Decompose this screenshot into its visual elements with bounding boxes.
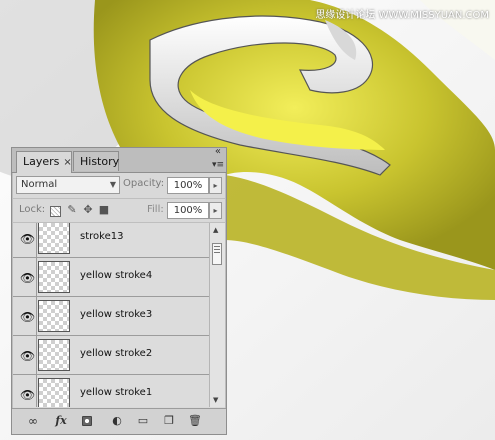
tab-layers-label: Layers (23, 155, 60, 168)
fx-icon[interactable]: fx (52, 414, 70, 428)
trash-icon[interactable]: 🗑 (188, 414, 202, 428)
visibility-toggle[interactable]: 👁 (17, 258, 37, 296)
layer-row[interactable]: 👁 stroke13 (13, 223, 209, 258)
layer-name: yellow stroke2 (80, 348, 153, 359)
opacity-field[interactable]: 100% (167, 177, 209, 194)
tab-layers[interactable]: Layers × (16, 151, 72, 173)
eye-icon: 👁 (20, 388, 36, 402)
lock-fill-row: Lock: ✎ ✥ ■ Fill: 100% ▸ (12, 199, 226, 223)
layer-row[interactable]: 👁 yellow stroke2 (13, 336, 209, 375)
eye-icon: 👁 (20, 232, 36, 246)
lock-transparency-icon[interactable] (50, 206, 61, 217)
layer-name: yellow stroke4 (80, 270, 153, 281)
layer-name: yellow stroke1 (80, 387, 153, 398)
watermark-text: 思缘设计论坛 WWW.MISSYUAN.COM (315, 10, 489, 21)
layer-row[interactable]: 👁 yellow stroke4 (13, 258, 209, 297)
fill-stepper-icon[interactable]: ▸ (209, 202, 222, 219)
layer-thumbnail (38, 223, 70, 254)
lock-all-padlock-icon[interactable]: ■ (98, 204, 110, 216)
close-tab-icon[interactable]: × (63, 157, 71, 168)
layers-panel: Layers × History « ▾≡ Normal ▼ Opacity: 1… (11, 146, 227, 435)
group-folder-icon[interactable]: ▭ (136, 414, 150, 428)
tab-history-label: History (80, 155, 120, 168)
layers-scrollbar[interactable]: ▲ ▼ (209, 223, 225, 407)
panel-bottom-toolbar: ∞ fx ◐ ▭ ❐ 🗑 (12, 408, 226, 434)
layer-row[interactable]: 👁 yellow stroke1 (13, 375, 209, 407)
layer-thumbnail (38, 261, 70, 293)
fill-label: Fill: (147, 204, 164, 215)
lock-position-move-icon[interactable]: ✥ (82, 204, 94, 216)
link-icon[interactable]: ∞ (26, 414, 40, 428)
eye-icon: 👁 (20, 310, 36, 324)
blend-mode-select[interactable]: Normal ▼ (16, 176, 120, 194)
layer-thumbnail (38, 339, 70, 371)
scroll-up-arrow-icon[interactable]: ▲ (213, 226, 218, 234)
new-layer-icon[interactable]: ❐ (162, 414, 176, 428)
fill-field[interactable]: 100% (167, 202, 209, 219)
panel-tab-bar: Layers × History « ▾≡ (12, 146, 226, 173)
layer-row[interactable]: 👁 yellow stroke3 (13, 297, 209, 336)
visibility-toggle[interactable]: 👁 (17, 297, 37, 335)
layer-name: yellow stroke3 (80, 309, 153, 320)
blend-mode-value: Normal (21, 179, 58, 190)
eye-icon: 👁 (20, 349, 36, 363)
panel-menu-icon[interactable]: ▾≡ (212, 160, 224, 170)
layer-name: stroke13 (80, 231, 124, 242)
layers-list: 👁 stroke13 👁 yellow stroke4 👁 yellow str… (13, 223, 209, 407)
fill-value: 100% (173, 205, 203, 216)
layer-thumbnail (38, 378, 70, 407)
opacity-stepper-icon[interactable]: ▸ (209, 177, 222, 194)
lock-label: Lock: (19, 204, 46, 215)
collapse-panel-icon[interactable]: « (215, 146, 221, 157)
eye-icon: 👁 (20, 271, 36, 285)
opacity-label: Opacity: (123, 178, 165, 189)
opacity-value: 100% (173, 180, 203, 191)
tab-history[interactable]: History (73, 151, 119, 171)
layer-thumbnail (38, 300, 70, 332)
adjustment-icon[interactable]: ◐ (110, 414, 124, 428)
visibility-toggle[interactable]: 👁 (17, 223, 37, 257)
mask-icon[interactable] (82, 416, 92, 426)
scroll-thumb[interactable] (212, 243, 222, 265)
chevron-down-icon: ▼ (109, 180, 116, 189)
visibility-toggle[interactable]: 👁 (17, 375, 37, 407)
lock-pixels-brush-icon[interactable]: ✎ (66, 204, 78, 216)
blend-opacity-row: Normal ▼ Opacity: 100% ▸ (12, 174, 226, 198)
scroll-down-arrow-icon[interactable]: ▼ (213, 396, 218, 404)
visibility-toggle[interactable]: 👁 (17, 336, 37, 374)
